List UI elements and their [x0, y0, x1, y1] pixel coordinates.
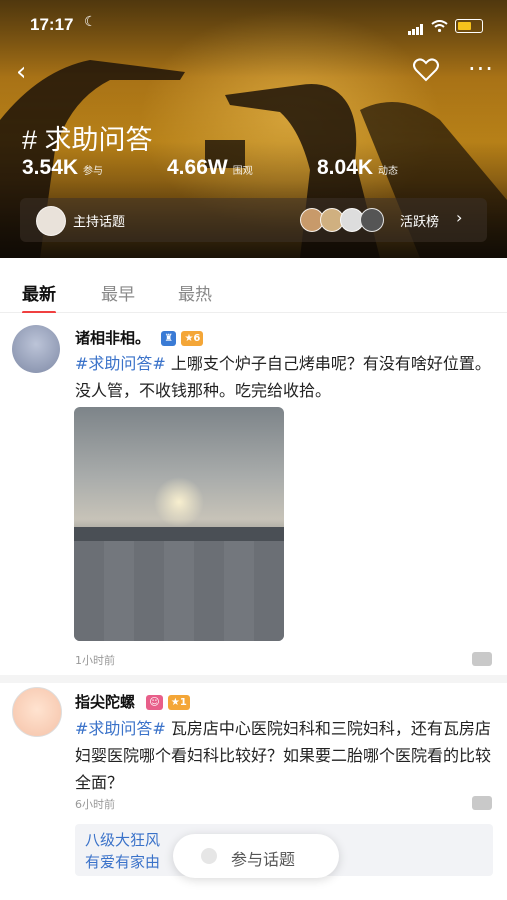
stat-posts: 8.04K 动态 — [317, 156, 398, 180]
chevron-right-icon: › — [456, 208, 463, 227]
author-name[interactable]: 指尖陀螺 — [75, 693, 135, 711]
post-author[interactable]: 指尖陀螺 ☺ ★1 — [75, 691, 190, 712]
tab-hottest[interactable]: 最热 — [178, 280, 212, 305]
avatar[interactable] — [12, 687, 62, 737]
vip-badge: ☺ — [146, 695, 163, 710]
topic-stats: 3.54K 参与 4.66W 围观 8.04K 动态 — [22, 156, 492, 180]
level-badge: ★6 — [181, 331, 204, 346]
battery-icon — [455, 18, 483, 33]
moon-icon: ☾ — [84, 14, 97, 30]
top-nav: ‹ ··· — [0, 55, 507, 95]
back-icon[interactable]: ‹ — [16, 57, 26, 87]
divider — [0, 675, 507, 683]
stat-viewers: 4.66W 围观 — [167, 156, 317, 180]
avatar — [360, 208, 384, 232]
stat-label: 围观 — [232, 166, 253, 177]
post-time: 1小时前 — [75, 654, 115, 667]
topic-title: # 求助问答 — [22, 125, 153, 155]
quoted-reply-text: 有爱有家由 — [85, 853, 161, 871]
host-avatar — [36, 206, 66, 236]
stat-value: 3.54K — [22, 156, 79, 179]
topic-tag[interactable]: #求助问答# — [75, 719, 166, 738]
tab-latest[interactable]: 最新 — [22, 280, 56, 314]
status-bar: 17:17 ☾ — [0, 0, 507, 50]
host-label: 主持话题 — [73, 215, 126, 230]
level-value: 6 — [193, 333, 201, 344]
status-time: 17:17 — [30, 15, 74, 34]
topic-tag[interactable]: #求助问答# — [75, 354, 166, 373]
join-topic-button[interactable]: 参与话题 — [173, 834, 339, 878]
level-value: 1 — [179, 697, 187, 708]
tab-earliest[interactable]: 最早 — [101, 280, 135, 305]
user-icon — [201, 848, 217, 864]
vip-badge: ♜ — [161, 331, 177, 346]
quoted-reply-user: 八级大狂风 — [85, 831, 161, 849]
stat-label: 动态 — [378, 166, 399, 177]
post-content: #求助问答# 瓦房店中心医院妇科和三院妇科，还有瓦房店妇婴医院哪个看妇科比较好？… — [75, 715, 493, 796]
post-image[interactable] — [74, 407, 284, 641]
topic-header: 17:17 ☾ ‹ ··· # 求助问答 3.54K 参与 4.66W 围观 8… — [0, 0, 507, 258]
post-author[interactable]: 诸相非相。 ♜ ★6 — [75, 327, 204, 348]
level-badge: ★1 — [167, 695, 190, 710]
stat-label: 参与 — [83, 166, 104, 177]
signal-icon — [408, 16, 424, 35]
wifi-icon — [431, 19, 448, 32]
comment-icon[interactable] — [472, 652, 492, 666]
post-content: #求助问答# 上哪支个炉子自己烤串呢？有没有啥好位置。没人管，不收钱那种。吃完给… — [75, 350, 493, 404]
avatar[interactable] — [12, 325, 60, 373]
join-topic-label: 参与话题 — [231, 850, 296, 869]
active-user-avatars — [300, 208, 416, 232]
host-bar[interactable]: 主持话题 活跃榜 › — [20, 198, 487, 242]
stat-value: 8.04K — [317, 156, 374, 179]
post-time: 6小时前 — [75, 798, 115, 811]
heart-icon[interactable] — [412, 57, 440, 83]
author-name[interactable]: 诸相非相。 — [75, 329, 150, 347]
active-ranking-link[interactable]: 活跃榜 — [400, 211, 439, 230]
comment-icon[interactable] — [472, 796, 492, 810]
stat-participants: 3.54K 参与 — [22, 156, 167, 180]
sort-tabs: 最新 最早 最热 — [0, 258, 507, 314]
stat-value: 4.66W — [167, 156, 228, 179]
more-icon[interactable]: ··· — [468, 55, 494, 83]
